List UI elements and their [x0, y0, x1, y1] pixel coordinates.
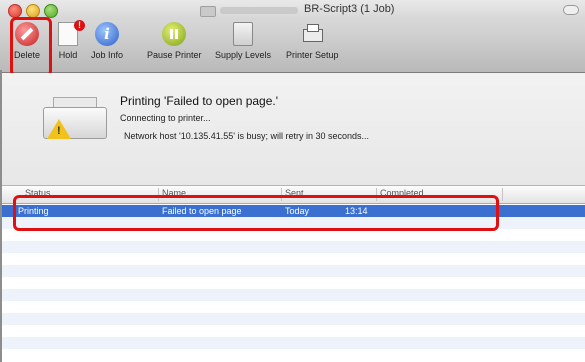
empty-row — [0, 253, 585, 265]
empty-row — [0, 241, 585, 253]
pause-printer-label: Pause Printer — [147, 50, 202, 60]
hold-label: Hold — [58, 50, 78, 60]
window-left-edge — [0, 70, 2, 362]
printer-icon: ! — [43, 97, 107, 147]
job-info-label: Job Info — [91, 50, 124, 60]
printer-setup-label: Printer Setup — [286, 50, 339, 60]
close-window-button[interactable] — [8, 4, 22, 18]
empty-row — [0, 265, 585, 277]
hold-button[interactable]: ! Hold — [58, 20, 85, 60]
status-connecting: Connecting to printer... — [120, 113, 211, 123]
pause-printer-button[interactable]: Pause Printer — [147, 22, 202, 60]
title-bar: BR-Script3 (1 Job) — [0, 0, 585, 20]
status-network-message: Network host '10.135.41.55' is busy; wil… — [124, 131, 370, 141]
empty-row — [0, 277, 585, 289]
empty-row — [0, 325, 585, 337]
empty-row — [0, 289, 585, 301]
job-row-highlight — [13, 195, 499, 231]
info-icon: i — [95, 22, 120, 46]
empty-row — [0, 313, 585, 325]
minimize-window-button[interactable] — [26, 4, 40, 18]
supply-levels-icon — [233, 22, 254, 46]
empty-row — [0, 337, 585, 349]
printer-setup-button[interactable]: Printer Setup — [286, 22, 339, 60]
printer-status-panel: ! Printing 'Failed to open page.' Connec… — [0, 73, 585, 186]
print-queue-window: BR-Script3 (1 Job) Delete ! Hold i Job I… — [0, 0, 585, 362]
job-info-button[interactable]: i Job Info — [91, 22, 123, 60]
toolbar: Delete ! Hold i Job Info Pause Printer S… — [0, 20, 585, 73]
status-title: Printing 'Failed to open page.' — [120, 94, 279, 108]
supply-levels-label: Supply Levels — [215, 50, 272, 60]
supply-levels-button[interactable]: Supply Levels — [215, 22, 271, 60]
printer-setup-icon — [300, 22, 324, 46]
delete-button-highlight — [10, 17, 52, 77]
empty-row — [0, 301, 585, 313]
toolbar-toggle-button[interactable] — [563, 5, 579, 15]
pause-icon — [162, 22, 187, 46]
window-title: BR-Script3 (1 Job) — [304, 3, 395, 15]
printer-proxy-icon — [200, 6, 216, 17]
redacted-title-area — [220, 7, 298, 14]
hold-icon: ! — [58, 20, 85, 46]
empty-row — [0, 349, 585, 361]
zoom-window-button[interactable] — [44, 4, 58, 18]
